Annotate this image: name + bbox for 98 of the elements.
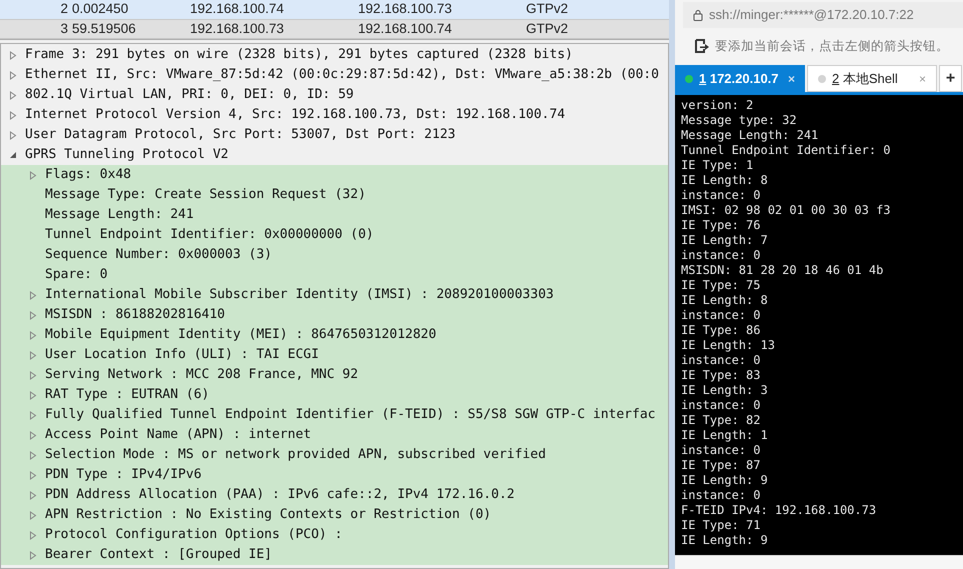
packet-number: 3 [59,20,68,38]
detail-text: PDN Address Allocation (PAA) : IPv6 cafe::2, IPv4 172.16.0.2 [45,486,515,504]
detail-text: PDN Type : IPv4/IPv6 [45,466,202,484]
detail-text: Serving Network : MCC 208 France, MNC 92 [45,366,358,384]
hint-text: 要添加当前会话，点击左侧的箭头按钮。 [715,38,949,55]
detail-text: Ethernet II, Src: VMware_87:5d:42 (00:0c:29:87:5d:42), Dst: VMware_a5:38:2b (00:0 [25,66,659,84]
detail-text: Bearer Context : [Grouped IE] [45,546,272,564]
detail-text: MSISDN : 86188202816410 [45,306,226,324]
detail-text: APN Restriction : No Existing Contexts or Restriction (0) [45,506,492,524]
terminal-line: instance: 0 [681,398,762,413]
session-tab[interactable]: 2 本地Shell × [807,65,937,92]
collapsed-triangle-icon[interactable] [9,130,17,140]
terminal-line: MSISDN: 81 28 20 18 46 01 4b [681,263,884,278]
tab-label: 2 本地Shell [832,70,899,88]
detail-text: Frame 3: 291 bytes on wire (2328 bits), 291 bytes captured (2328 bits) [25,46,573,64]
collapsed-triangle-icon[interactable] [29,550,37,560]
address-field[interactable]: ssh://minger:******@172.20.10.7:22 [683,2,963,28]
terminal-line: IE Length: 7 [681,233,769,248]
session-tab[interactable]: 1 172.20.10.7 × [675,65,805,92]
terminal-line: IE Length: 9 [681,473,769,488]
collapsed-triangle-icon[interactable] [29,470,37,480]
terminal-line: F-TEID IPv4: 192.168.100.73 [681,503,878,518]
collapsed-triangle-icon[interactable] [29,370,37,380]
collapsed-triangle-icon[interactable] [29,310,37,320]
detail-text: Internet Protocol Version 4, Src: 192.168.100.73, Dst: 192.168.100.74 [25,106,566,124]
collapsed-triangle-icon[interactable] [29,290,37,300]
terminal-line: IE Type: 83 [681,368,762,383]
collapsed-triangle-icon[interactable] [29,430,37,440]
packet-time: 59.519506 [71,20,137,38]
collapsed-triangle-icon[interactable] [29,390,37,400]
packet-destination: 192.168.100.73 [358,0,453,18]
collapsed-triangle-icon[interactable] [29,450,37,460]
collapsed-triangle-icon[interactable] [9,110,17,120]
collapsed-triangle-icon[interactable] [9,90,17,100]
terminal-line: Tunnel Endpoint Identifier: 0 [681,143,892,158]
collapsed-triangle-icon[interactable] [29,170,37,180]
new-tab-button[interactable]: + [939,65,962,92]
collapsed-triangle-icon[interactable] [29,530,37,540]
terminal-line: IE Type: 75 [681,278,762,293]
arrow-into-box-icon[interactable] [695,39,709,53]
packet-row[interactable]: 2 0.002450 192.168.100.74 192.168.100.73 GTPv2 [0,0,669,19]
detail-text: Flags: 0x48 [45,166,132,184]
terminal-line: IE Type: 1 [681,158,754,173]
detail-text: User Datagram Protocol, Src Port: 53007, Dst Port: 2123 [25,126,456,144]
packet-source: 192.168.100.73 [190,20,285,38]
detail-text: RAT Type : EUTRAN (6) [45,386,210,404]
detail-text: International Mobile Subscriber Identity (IMSI) : 208920100003303 [45,286,554,304]
detail-text: Spare: 0 [45,266,108,284]
detail-text: Sequence Number: 0x000003 (3) [45,246,272,264]
terminal-line: Message type: 32 [681,113,798,128]
terminal-line: IE Length: 8 [681,173,769,188]
terminal-line: instance: 0 [681,188,762,203]
terminal-line: IE Type: 76 [681,218,762,233]
terminal-line: Message Length: 241 [681,128,820,143]
terminal-line: IE Type: 86 [681,323,762,338]
packet-protocol: GTPv2 [526,20,568,38]
packet-protocol: GTPv2 [526,0,568,18]
collapsed-triangle-icon[interactable] [29,490,37,500]
detail-text: Message Length: 241 [45,206,194,224]
terminal-line: IE Type: 71 [681,518,762,533]
packet-number: 2 [59,0,68,18]
collapsed-triangle-icon[interactable] [29,330,37,340]
terminal-line: version: 2 [681,98,754,113]
detail-text: Message Type: Create Session Request (32) [45,186,366,204]
detail-text: Protocol Configuration Options (PCO) : [45,526,342,544]
detail-text: GPRS Tunneling Protocol V2 [25,146,228,164]
terminal-line: IE Length: 8 [681,293,769,308]
collapsed-triangle-icon[interactable] [9,50,17,60]
detail-text: Selection Mode : MS or network provided APN, subscribed verified [45,446,546,464]
packet-row[interactable]: 3 59.519506 192.168.100.73 192.168.100.74 GTPv2 [0,19,669,39]
terminal-line: instance: 0 [681,443,762,458]
terminal-line: instance: 0 [681,308,762,323]
detail-text: Fully Qualified Tunnel Endpoint Identifier (F-TEID) : S5/S8 SGW GTP-C interfac [45,406,656,424]
collapsed-triangle-icon[interactable] [9,70,17,80]
terminal-line: IE Type: 82 [681,413,762,428]
terminal-line: instance: 0 [681,353,762,368]
packet-time: 0.002450 [71,0,130,18]
packet-destination: 192.168.100.74 [358,20,453,38]
terminal-line: IE Length: 1 [681,428,769,443]
terminal-line: instance: 0 [681,248,762,263]
terminal-line: IE Length: 9 [681,533,769,548]
terminal-line: IMSI: 02 98 02 01 00 30 03 f3 [681,203,892,218]
terminal-line: IE Length: 3 [681,383,769,398]
lock-icon [693,9,703,21]
detail-text: 802.1Q Virtual LAN, PRI: 0, DEI: 0, ID: 59 [25,86,354,104]
collapsed-triangle-icon[interactable] [29,510,37,520]
terminal-line: instance: 0 [681,488,762,503]
detail-text: Tunnel Endpoint Identifier: 0x00000000 (0) [45,226,374,244]
packet-source: 192.168.100.74 [190,0,285,18]
detail-text: User Location Info (ULI) : TAI ECGI [45,346,319,364]
detail-text: Access Point Name (APN) : internet [45,426,312,444]
tab-label: 1 172.20.10.7 [699,70,780,88]
terminal-line: IE Type: 87 [681,458,762,473]
collapsed-triangle-icon[interactable] [29,350,37,360]
detail-text: Mobile Equipment Identity (MEI) : 8647650312012820 [45,326,436,344]
terminal-line: IE Length: 13 [681,338,776,353]
expanded-triangle-icon[interactable] [9,151,17,159]
collapsed-triangle-icon[interactable] [29,410,37,420]
